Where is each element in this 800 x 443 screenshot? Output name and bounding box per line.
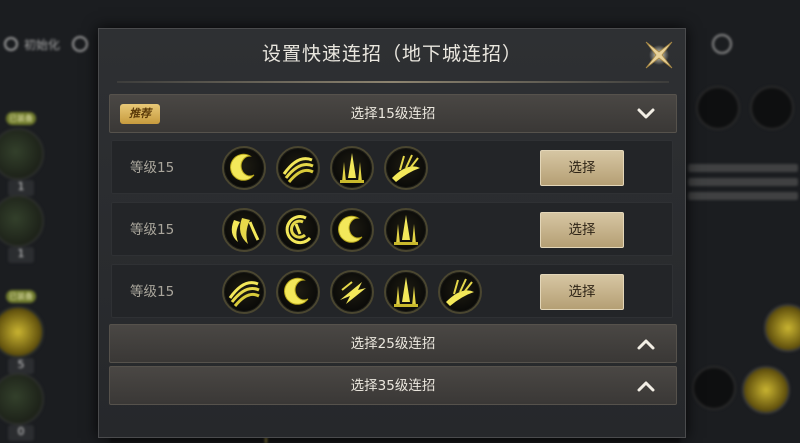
equipped-tag: 已装备 <box>6 112 36 125</box>
bg-text-line <box>688 192 798 200</box>
rising-blade-icon[interactable] <box>330 146 374 190</box>
bg-skill-slot: 1 <box>0 195 44 263</box>
section-header-lv15[interactable]: 推荐 选择15级连招 <box>109 94 677 133</box>
bg-round-slot <box>750 86 794 130</box>
section-label: 选择35级连招 <box>350 378 436 394</box>
wind-burst-icon[interactable] <box>330 270 374 314</box>
grass-slash-icon[interactable] <box>438 270 482 314</box>
combo-level: 等级15 <box>130 222 175 238</box>
chevron-up-icon <box>637 381 655 392</box>
bg-gold-skill <box>742 366 790 414</box>
section-header-lv35[interactable]: 选择35级连招 <box>109 366 677 405</box>
bg-skill-slot: 1 <box>0 128 44 196</box>
equipped-tag: 已装备 <box>6 290 36 303</box>
rising-blade-icon[interactable] <box>384 270 428 314</box>
select-button[interactable]: 选择 <box>540 212 624 248</box>
combo-level: 等级15 <box>130 284 175 300</box>
bg-text-line <box>688 164 798 172</box>
chevron-down-icon <box>637 108 655 119</box>
triple-slash-icon[interactable] <box>222 270 266 314</box>
bg-skill-slot: 5 <box>0 306 44 374</box>
crescent-slash-icon[interactable] <box>276 270 320 314</box>
bg-round-slot <box>696 86 740 130</box>
section-label: 选择15级连招 <box>350 106 436 122</box>
bg-text-line <box>688 178 798 186</box>
bg-right-panel <box>682 28 800 443</box>
bg-gold-skill <box>764 304 800 352</box>
crescent-slash-icon[interactable] <box>330 208 374 252</box>
reset-icon <box>4 37 18 51</box>
combo-row: 等级15 选择 <box>111 264 673 318</box>
select-button[interactable]: 选择 <box>540 274 624 310</box>
combo-level: 等级15 <box>130 160 175 176</box>
spiral-slash-icon[interactable] <box>222 208 266 252</box>
add-circle-icon <box>72 36 89 52</box>
dialog-title: 设置快速连招（地下城连招） <box>261 43 522 65</box>
section-label: 选择25级连招 <box>350 336 436 352</box>
bg-skill-column: 已装备 1 1 已装备 5 0 <box>0 70 96 443</box>
help-icon <box>712 34 732 54</box>
skill-count: 5 <box>8 358 34 374</box>
whirlwind-icon[interactable] <box>276 208 320 252</box>
quick-combo-dialog: 设置快速连招（地下城连招） 推荐 选择15级连招 等级15 选择 等级15 选择… <box>98 28 686 438</box>
crescent-slash-icon[interactable] <box>222 146 266 190</box>
chevron-up-icon <box>637 339 655 350</box>
combo-row: 等级15 选择 <box>111 202 673 256</box>
close-button[interactable] <box>639 35 679 75</box>
bg-toolbar: 初始化 <box>0 30 110 58</box>
skill-count: 0 <box>8 425 34 441</box>
close-x-icon <box>645 41 673 69</box>
select-button[interactable]: 选择 <box>540 150 624 186</box>
triple-slash-icon[interactable] <box>276 146 320 190</box>
title-divider <box>117 81 669 83</box>
rising-blade-icon[interactable] <box>384 208 428 252</box>
reset-label: 初始化 <box>24 37 61 52</box>
skill-count: 1 <box>8 247 34 263</box>
skill-count: 1 <box>8 180 34 196</box>
section-header-lv25[interactable]: 选择25级连招 <box>109 324 677 363</box>
combo-row: 等级15 选择 <box>111 140 673 194</box>
bg-round-slot <box>692 366 736 410</box>
grass-slash-icon[interactable] <box>384 146 428 190</box>
bg-skill-slot: 0 <box>0 373 44 441</box>
